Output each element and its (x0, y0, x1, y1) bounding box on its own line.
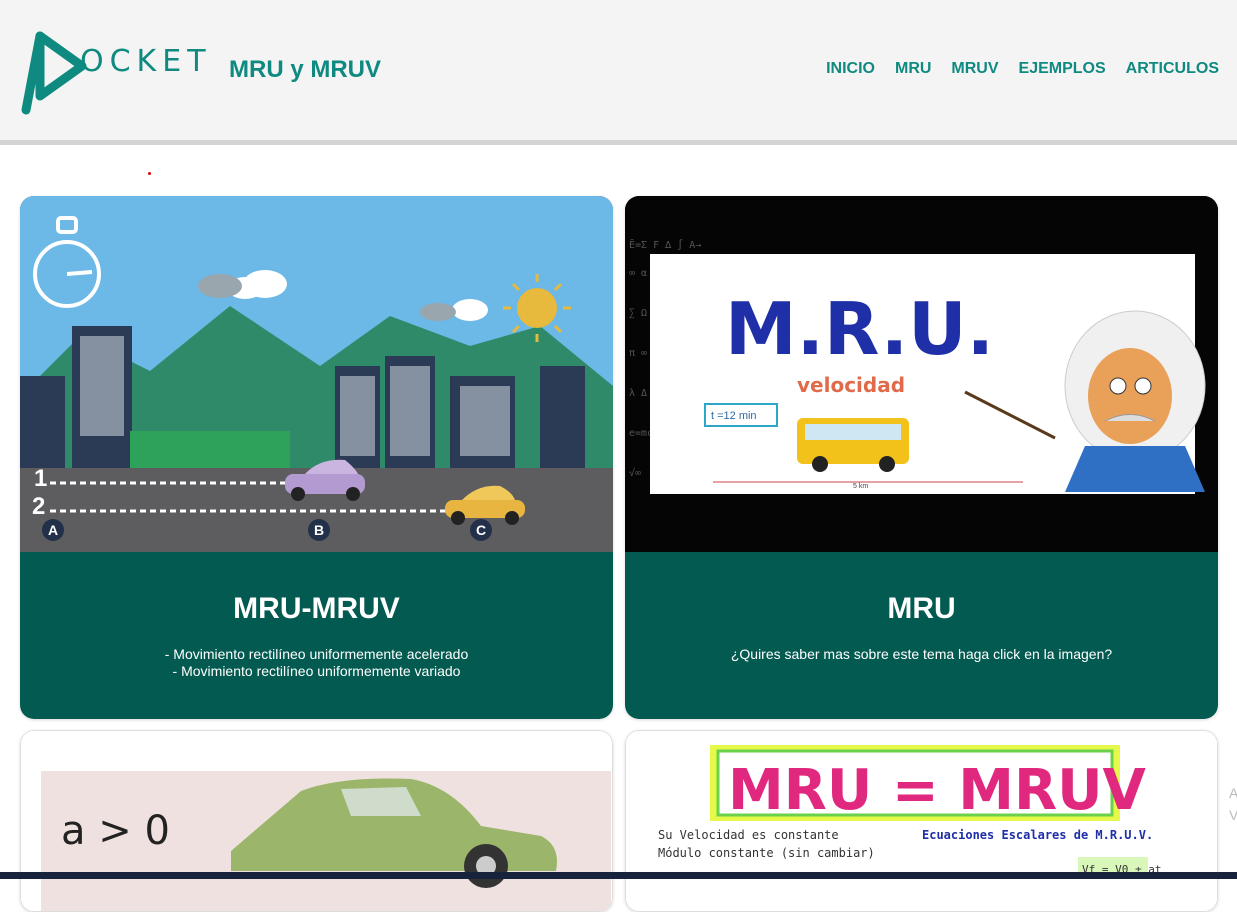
docket-logo[interactable]: OCKET (20, 30, 206, 116)
point-b-label: B (314, 522, 324, 538)
side-letter: A (1229, 785, 1237, 801)
side-overflow-text: A V (1229, 782, 1237, 826)
velocidad-text: velocidad (797, 373, 905, 397)
card-description-line: - Movimiento rectilíneo uniformemente ac… (164, 646, 469, 662)
lane-2-label: 2 (32, 493, 45, 520)
module-note-text: Módulo constante (sin cambiar) (658, 846, 875, 860)
mru-heading-text: M.R.U. (725, 287, 994, 371)
card-description: - Movimiento rectilíneo uniformemente ac… (20, 646, 613, 680)
mru-einstein-image[interactable]: Ē=Σ F ∆ ∫ A→ ∞ α ∂∑ Ω π ∞λ Δ e=mc√∞ M.R.… (625, 196, 1218, 552)
nav-inicio[interactable]: INICIO (826, 60, 875, 78)
lane-1-label: 1 (34, 465, 47, 492)
mru-mruv-notes-image[interactable]: MRU = MRUV Su Velocidad es constante Mód… (626, 731, 1218, 911)
car-acceleration-image[interactable]: a > 0 (21, 731, 613, 911)
nav-articulos[interactable]: ARTICULOS (1126, 60, 1219, 78)
time-bubble-text: t =12 min (711, 410, 757, 422)
card-description-line: - Movimiento rectilíneo uniformemente va… (172, 663, 461, 679)
acceleration-formula-text: a > 0 (61, 808, 170, 854)
card-mru-mruv[interactable]: 1 2 A B C MRU-MRUV - Movimiento rectilín… (20, 196, 613, 719)
logo-wordmark: OCKET (80, 44, 212, 79)
svg-text:π ∞: π ∞ (629, 348, 647, 359)
card-mru[interactable]: Ē=Σ F ∆ ∫ A→ ∞ α ∂ ∑ Ω π ∞ λ Δ e=mc √∞ M.R.… (625, 196, 1218, 719)
point-c-label: C (476, 522, 486, 538)
site-title: MRU y MRUV (229, 56, 382, 83)
bus-icon (797, 418, 909, 472)
equations-note-text: Ecuaciones Escalares de M.R.U.V. (922, 828, 1153, 842)
velocity-note-text: Su Velocidad es constante (658, 828, 839, 842)
card-mru-mruv-notes[interactable]: MRU = MRUV Su Velocidad es constante Mód… (625, 730, 1218, 912)
nav-ejemplos[interactable]: EJEMPLOS (1019, 60, 1106, 78)
site-header: OCKET MRU y MRUV INICIO MRU MRUV EJEMPLO… (0, 0, 1237, 145)
svg-text:Ē=Σ F ∆ ∫ A→: Ē=Σ F ∆ ∫ A→ (629, 238, 701, 251)
svg-text:λ Δ: λ Δ (629, 388, 647, 399)
taskbar-strip (0, 872, 1237, 879)
mru-mruv-heading-text: MRU = MRUV (728, 758, 1147, 823)
side-letter: V (1229, 807, 1237, 823)
nav-mru[interactable]: MRU (895, 60, 931, 78)
point-a-label: A (48, 522, 58, 538)
card-title: MRU (887, 592, 956, 625)
red-dot (148, 172, 151, 175)
card-description-line: ¿Quires saber mas sobre este tema haga c… (730, 646, 1113, 662)
card-description: ¿Quires saber mas sobre este tema haga c… (625, 646, 1218, 663)
distance-label: 5 km (853, 483, 868, 490)
svg-text:e=mc: e=mc (629, 428, 653, 439)
card-title: MRU-MRUV (233, 592, 400, 625)
city-road-image[interactable]: 1 2 A B C (20, 196, 613, 552)
svg-text:∑ Ω: ∑ Ω (629, 308, 647, 319)
card-aceleracion[interactable]: a > 0 (20, 730, 613, 912)
nav-mruv[interactable]: MRUV (951, 60, 998, 78)
svg-text:√∞: √∞ (629, 467, 641, 479)
main-nav: INICIO MRU MRUV EJEMPLOS ARTICULOS (826, 60, 1219, 78)
